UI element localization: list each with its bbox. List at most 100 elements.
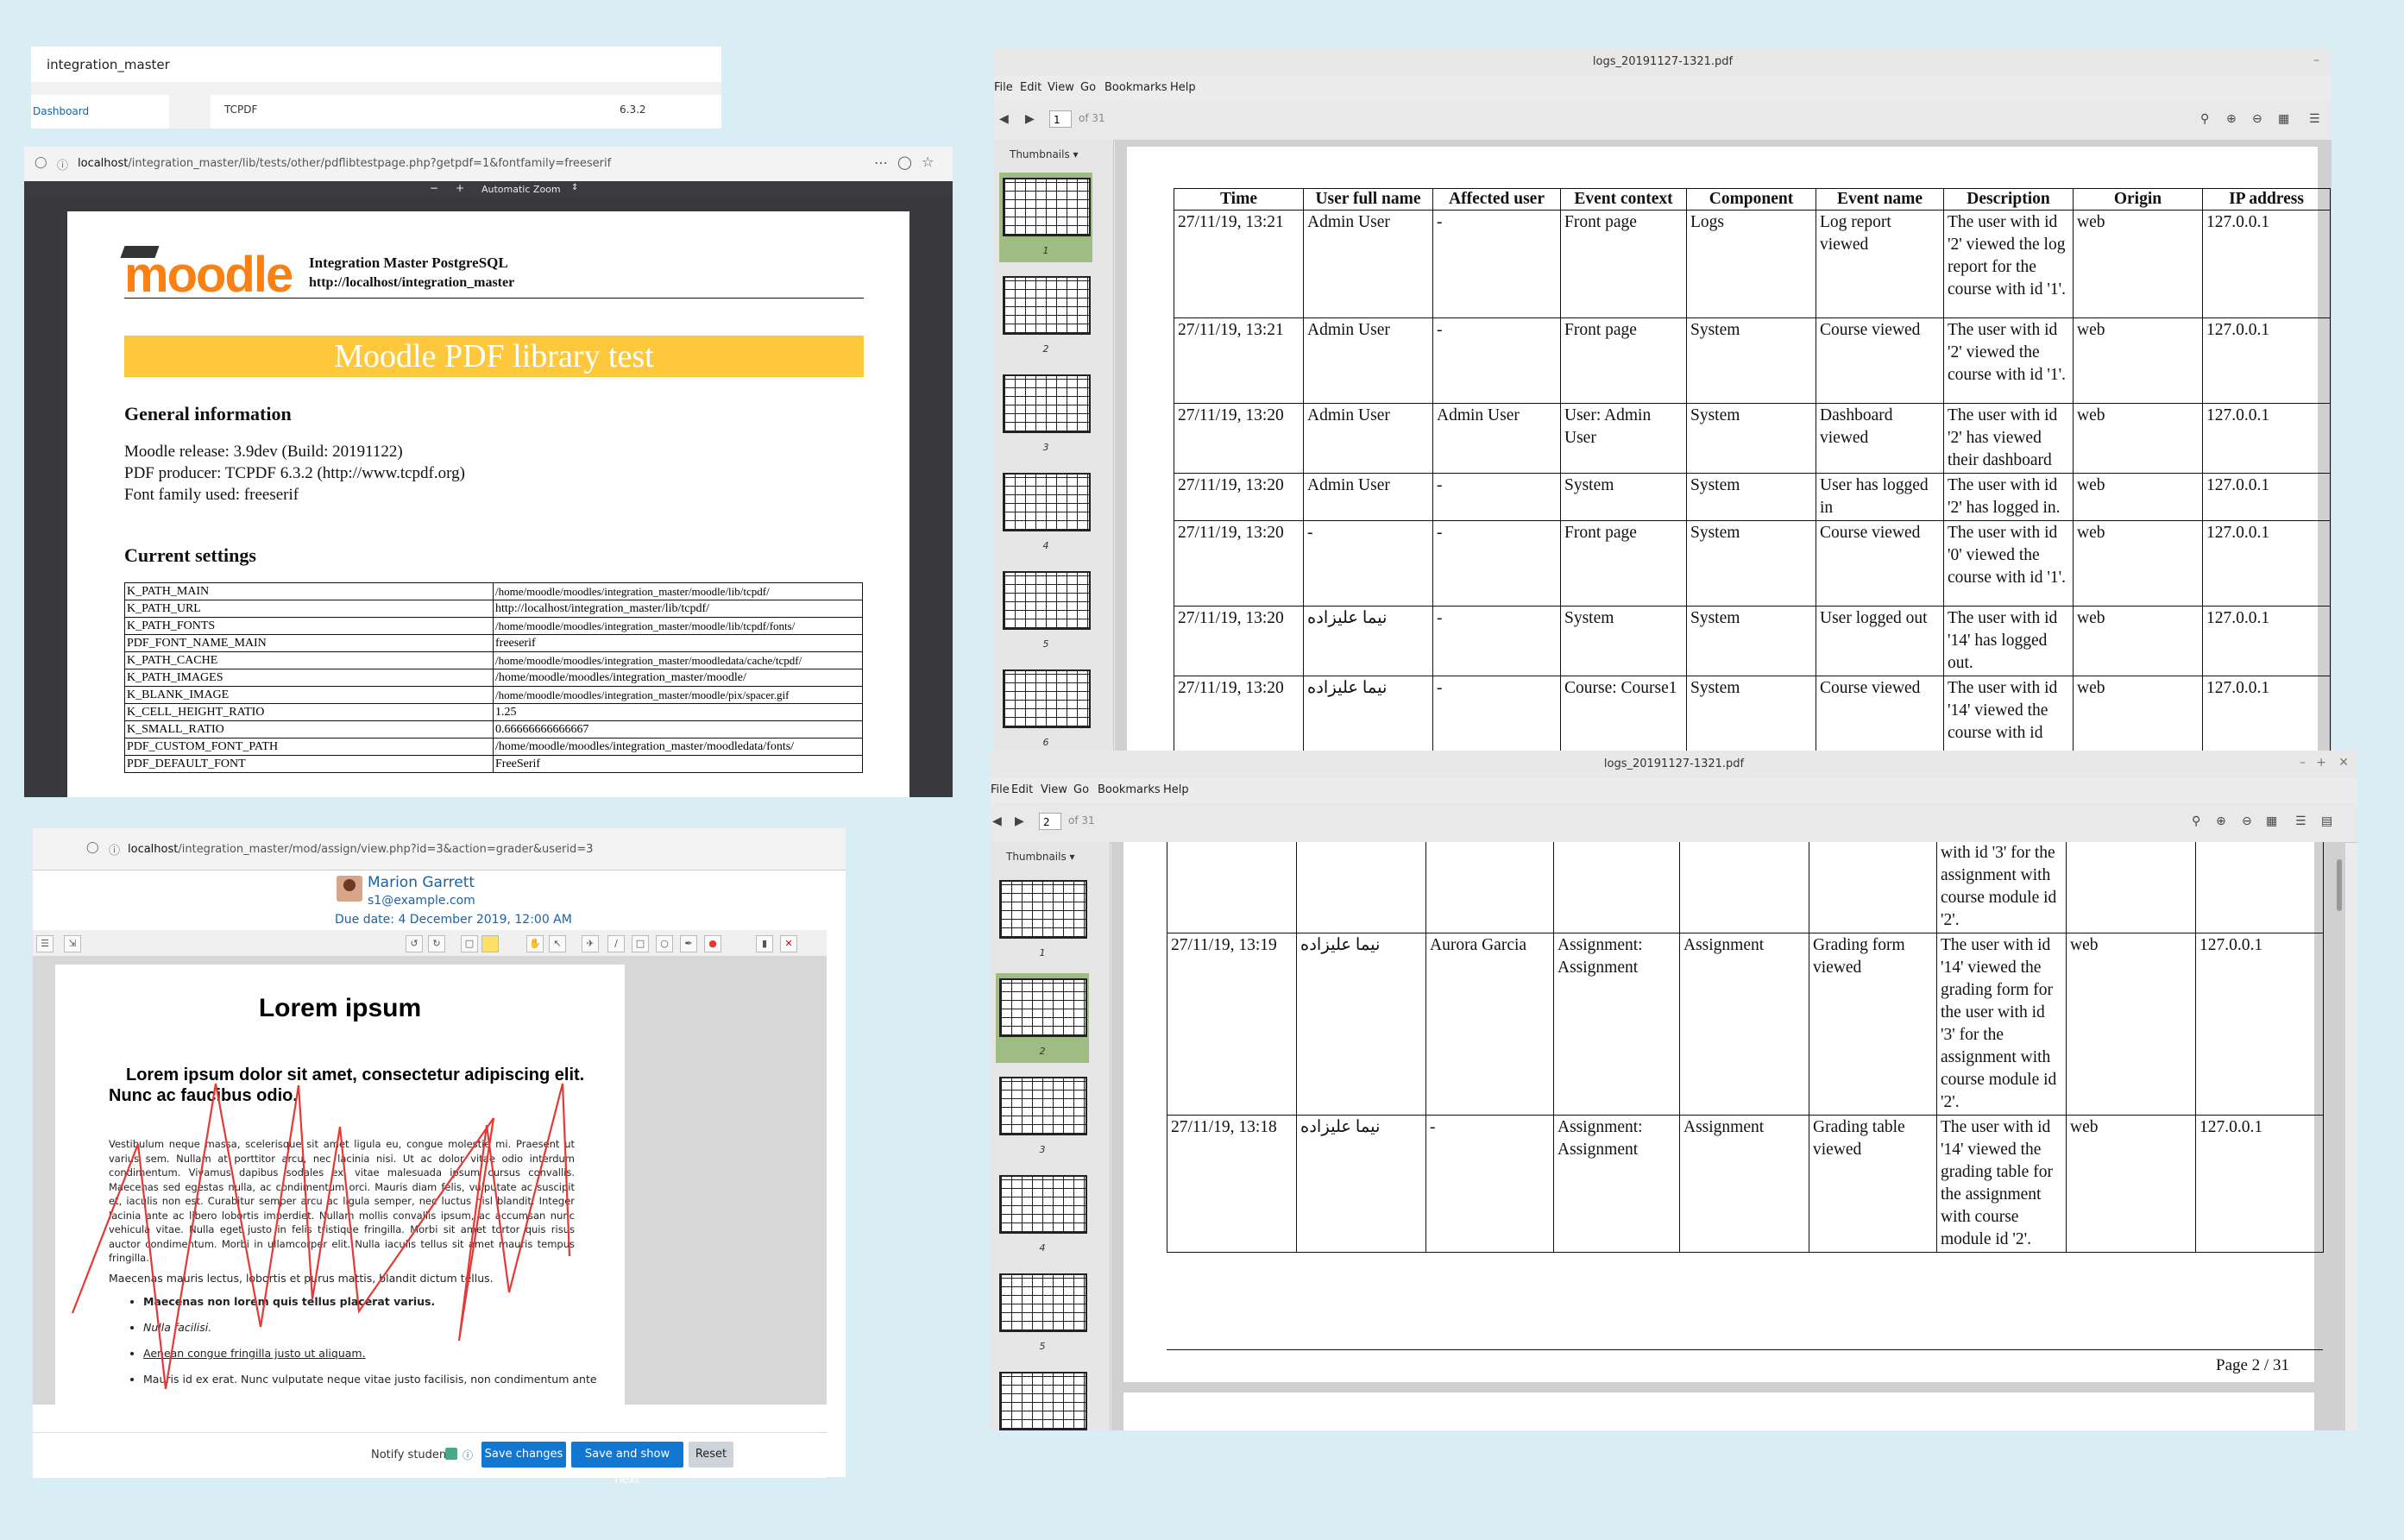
stamp-picker-icon[interactable]: ✈ xyxy=(582,935,599,952)
line-tool-icon[interactable]: ∕ xyxy=(607,935,625,952)
info-icon[interactable]: ⓘ xyxy=(57,156,68,173)
close-icon[interactable]: ✕ xyxy=(2338,756,2349,770)
rotate-right-icon[interactable]: ↻ xyxy=(428,935,445,952)
menu-bookmarks[interactable]: Bookmarks xyxy=(1098,783,1161,796)
site-title[interactable]: integration_master xyxy=(47,57,170,72)
stamp-icon[interactable]: ▮ xyxy=(756,935,773,952)
page-thumbnail[interactable]: 5 xyxy=(999,566,1092,656)
save-changes-button[interactable]: Save changes xyxy=(481,1442,566,1468)
sidebar-toggle-icon[interactable]: ▤ xyxy=(2321,814,2332,828)
nav-dashboard[interactable]: Dashboard xyxy=(31,95,169,129)
document-view[interactable]: Time User full name Affected user Event con… xyxy=(1115,140,2332,751)
zoom-in-icon[interactable]: ⊕ xyxy=(2216,814,2226,828)
table-cell: - xyxy=(1432,317,1561,404)
rectangle-tool-icon[interactable]: □ xyxy=(632,935,649,952)
menu-icon[interactable]: ☰ xyxy=(2309,112,2320,126)
comment-color-icon[interactable] xyxy=(481,935,499,952)
rotate-left-icon[interactable]: ↺ xyxy=(406,935,423,952)
scrollbar[interactable] xyxy=(2337,859,2342,911)
zoom-select[interactable]: Automatic Zoom xyxy=(481,184,561,195)
page-thumbnail[interactable] xyxy=(996,1367,1089,1430)
info-icon[interactable]: ⓘ xyxy=(109,841,120,858)
url-bar[interactable]: ◯ ⓘ localhost/integration_master/mod/ass… xyxy=(33,828,846,871)
page-thumbnail[interactable]: 1 xyxy=(999,173,1092,262)
comment-icon[interactable]: □ xyxy=(461,935,478,952)
pen-annotation[interactable] xyxy=(55,965,625,1430)
search-icon[interactable]: ⚲ xyxy=(2192,814,2200,828)
view-mode-icon[interactable]: ▦ xyxy=(2278,112,2289,126)
chevron-down-icon[interactable]: ⇕ xyxy=(571,183,578,192)
next-page-icon[interactable]: ▶ xyxy=(1025,112,1035,126)
menu-go[interactable]: Go xyxy=(1073,783,1089,796)
menu-edit[interactable]: Edit xyxy=(1020,81,1042,94)
maximize-icon[interactable]: + xyxy=(2316,756,2326,770)
page-thumbnail[interactable]: 4 xyxy=(996,1170,1089,1260)
sidebar-mode-select[interactable]: Thumbnails ▾ xyxy=(991,842,1110,871)
page-thumbnail[interactable]: 5 xyxy=(996,1268,1089,1358)
oval-tool-icon[interactable]: ○ xyxy=(656,935,673,952)
reset-button[interactable]: Reset xyxy=(689,1442,733,1468)
url-text[interactable]: localhost/integration_master/mod/assign/… xyxy=(128,843,593,856)
next-page-icon[interactable]: ▶ xyxy=(1015,814,1024,828)
menu-help[interactable]: Help xyxy=(1170,81,1196,94)
prev-page-icon[interactable]: ◀ xyxy=(992,814,1002,828)
student-name[interactable]: Marion Garrett xyxy=(368,874,475,891)
menu-view[interactable]: View xyxy=(1048,81,1074,94)
menu-edit[interactable]: Edit xyxy=(1011,783,1033,796)
menu-view[interactable]: View xyxy=(1041,783,1067,796)
page-thumbnail[interactable]: 4 xyxy=(999,468,1092,557)
url-text[interactable]: localhost/integration_master/lib/tests/o… xyxy=(78,157,611,170)
page-thumbnail[interactable]: 6 xyxy=(999,664,1092,751)
thumbnail-image xyxy=(999,978,1087,1037)
zoom-out-icon[interactable]: − xyxy=(430,182,438,194)
table-cell: نيما عليزاده xyxy=(1296,933,1426,1116)
save-next-button[interactable]: Save and show next xyxy=(571,1442,683,1487)
pocket-icon[interactable]: ◯ xyxy=(897,154,912,170)
table-cell: web xyxy=(2073,403,2203,474)
select-icon[interactable]: ↖ xyxy=(549,935,566,952)
menu-bookmarks[interactable]: Bookmarks xyxy=(1104,81,1167,94)
menu-go[interactable]: Go xyxy=(1080,81,1096,94)
zoom-out-icon[interactable]: ⊖ xyxy=(2242,814,2252,828)
sidebar-mode-select[interactable]: Thumbnails ▾ xyxy=(994,140,1113,169)
more-icon[interactable]: ⋯ xyxy=(874,154,888,171)
help-icon[interactable]: ⓘ xyxy=(463,1448,473,1462)
menu-bar: File Edit View Go Bookmarks Help xyxy=(994,76,2332,100)
document-view[interactable]: with id '3' for the assignment with cour… xyxy=(1111,842,2345,1430)
student-email[interactable]: s1@example.com xyxy=(368,894,475,908)
minimize-icon[interactable]: – xyxy=(2300,756,2306,770)
ink-color-icon[interactable]: ● xyxy=(704,935,721,952)
url-bar[interactable]: ◯ ⓘ localhost/integration_master/lib/tes… xyxy=(24,147,953,182)
comment-search-icon[interactable]: ☰ xyxy=(36,935,53,952)
shield-icon[interactable]: ◯ xyxy=(86,841,99,854)
menu-file[interactable]: File xyxy=(991,783,1010,796)
zoom-out-icon[interactable]: ⊖ xyxy=(2252,112,2262,126)
setting-key: K_PATH_URL xyxy=(124,600,494,618)
shield-icon[interactable]: ◯ xyxy=(35,156,47,169)
page-number-input[interactable]: 2 xyxy=(1039,813,1061,830)
view-mode-icon[interactable]: ▦ xyxy=(2266,814,2277,828)
table-cell: 127.0.0.1 xyxy=(2202,403,2331,474)
page-thumbnail[interactable]: 2 xyxy=(999,271,1092,361)
search-icon[interactable]: ⚲ xyxy=(2200,112,2209,126)
page-thumbnail[interactable]: 1 xyxy=(996,875,1089,965)
page-number-input[interactable]: 1 xyxy=(1049,110,1072,128)
avatar[interactable] xyxy=(337,876,362,902)
zoom-in-icon[interactable]: ⊕ xyxy=(2226,112,2237,126)
pan-icon[interactable]: ✋ xyxy=(526,935,544,952)
page-thumbnail[interactable]: 2 xyxy=(996,973,1089,1063)
page-thumbnail[interactable]: 3 xyxy=(999,369,1092,459)
pen-tool-icon[interactable]: ✒ xyxy=(680,935,697,952)
page-thumbnail[interactable]: 3 xyxy=(996,1072,1089,1161)
menu-file[interactable]: File xyxy=(994,81,1013,94)
bookmark-star-icon[interactable]: ☆ xyxy=(922,154,934,170)
notify-checkbox[interactable] xyxy=(445,1448,457,1460)
submission-page[interactable]: Lorem ipsum Lorem ipsum dolor sit amet, … xyxy=(55,965,625,1430)
menu-help[interactable]: Help xyxy=(1163,783,1189,796)
delete-icon[interactable]: ✕ xyxy=(780,935,797,952)
prev-page-icon[interactable]: ◀ xyxy=(999,112,1009,126)
zoom-in-icon[interactable]: + xyxy=(456,182,464,194)
expand-comments-icon[interactable]: ⇲ xyxy=(64,935,81,952)
minimize-icon[interactable]: – xyxy=(2313,53,2319,67)
menu-icon[interactable]: ☰ xyxy=(2295,814,2306,828)
